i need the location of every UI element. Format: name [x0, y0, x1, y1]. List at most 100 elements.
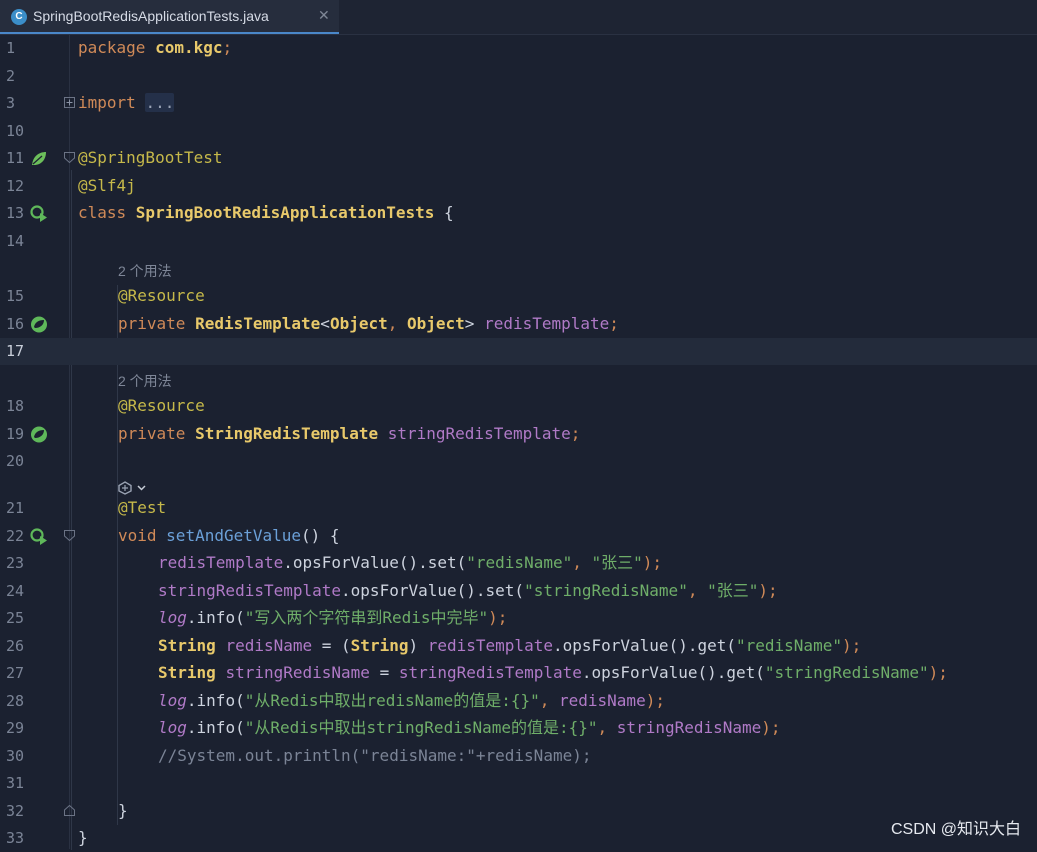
java-class-icon: C — [11, 9, 27, 25]
log-ref: log — [158, 691, 187, 710]
code-line: 10 — [0, 118, 1037, 145]
line-number: 19 — [6, 425, 26, 443]
punctuation: , — [540, 691, 559, 710]
string-literal: "stringRedisName" — [765, 663, 929, 682]
field-ref: redisTemplate — [158, 553, 283, 572]
line-number: 32 — [6, 802, 26, 820]
annotation: @Test — [118, 498, 166, 517]
tab-title: SpringBootRedisApplicationTests.java — [33, 8, 269, 24]
fold-collapse-icon[interactable] — [64, 530, 75, 541]
line-number: 14 — [6, 232, 26, 250]
type-name: StringRedisTemplate — [195, 424, 378, 443]
code-line: 23 redisTemplate.opsForValue().set("redi… — [0, 550, 1037, 577]
line-text: import ... — [78, 94, 174, 112]
string-literal: "张三" — [592, 553, 643, 572]
punctuation: ); — [929, 663, 948, 682]
code-line: 18 @Resource — [0, 393, 1037, 420]
keyword: package — [78, 38, 155, 57]
line-number: 33 — [6, 829, 26, 847]
code-line: 11 @SpringBootTest — [0, 145, 1037, 172]
annotation: @SpringBootTest — [78, 148, 223, 167]
usage-hint-row: 2 个用法 — [0, 366, 1037, 393]
ai-assistant-icon[interactable] — [118, 481, 148, 495]
method-call: .opsForValue().set( — [283, 553, 466, 572]
code-line: 16 private RedisTemplate<Object, Object>… — [0, 311, 1037, 338]
space — [216, 663, 226, 682]
punctuation: () { — [301, 526, 340, 545]
line-text: log.info("从Redis中取出stringRedisName的值是:{}… — [158, 719, 781, 737]
fold-end-icon[interactable] — [64, 805, 75, 816]
punctuation: ); — [646, 691, 665, 710]
fold-collapse-icon[interactable] — [64, 152, 75, 163]
class-name: SpringBootRedisApplicationTests — [136, 203, 435, 222]
code-line: 1 package com.kgc; — [0, 35, 1037, 62]
close-icon[interactable]: ✕ — [318, 7, 330, 24]
tab-spring-boot-redis-application-tests[interactable]: C SpringBootRedisApplicationTests.java ✕ — [0, 0, 339, 34]
semicolon: ; — [223, 38, 233, 57]
punctuation: ); — [643, 553, 662, 572]
line-number: 17 — [6, 342, 26, 360]
field-ref: stringRedisTemplate — [399, 663, 582, 682]
code-line: 20 — [0, 448, 1037, 475]
run-test-icon[interactable] — [30, 205, 48, 222]
method-name: setAndGetValue — [166, 526, 301, 545]
line-text: package com.kgc; — [78, 39, 232, 57]
local-var: redisName — [559, 691, 646, 710]
line-number: 29 — [6, 719, 26, 737]
line-text: } — [118, 802, 128, 820]
method-call: .info( — [187, 718, 245, 737]
line-text: log.info("写入两个字符串到Redis中完毕"); — [158, 609, 507, 627]
folded-imports[interactable]: ... — [145, 93, 174, 112]
string-literal: "从Redis中取出stringRedisName的值是:{}" — [245, 718, 598, 737]
usage-hint[interactable]: 2 个用法 — [118, 371, 172, 391]
punctuation: , — [388, 314, 407, 333]
keyword: import — [78, 93, 145, 112]
line-text: String stringRedisName = stringRedisTemp… — [158, 664, 948, 682]
code-line: 13 class SpringBootRedisApplicationTests… — [0, 200, 1037, 227]
line-text: @Resource — [118, 397, 205, 415]
method-call: .opsForValue().get( — [582, 663, 765, 682]
line-number: 20 — [6, 452, 26, 470]
punctuation: , — [688, 581, 707, 600]
code-line: 24 stringRedisTemplate.opsForValue().set… — [0, 578, 1037, 605]
string-literal: "张三" — [707, 581, 758, 600]
space — [216, 636, 226, 655]
keyword: void — [118, 526, 166, 545]
line-text: @Test — [118, 499, 166, 517]
line-number: 18 — [6, 397, 26, 415]
usage-hint[interactable]: 2 个用法 — [118, 261, 172, 281]
code-line: 28 log.info("从Redis中取出redisName的值是:{}", … — [0, 688, 1037, 715]
punctuation: > — [465, 314, 484, 333]
method-call: .info( — [187, 691, 245, 710]
line-text: private RedisTemplate<Object, Object> re… — [118, 315, 619, 333]
punctuation: ) — [408, 636, 427, 655]
type-arg: Object — [407, 314, 465, 333]
spring-leaf-icon[interactable] — [30, 150, 48, 167]
method-call: .opsForValue().set( — [341, 581, 524, 600]
type-arg: Object — [330, 314, 388, 333]
code-editor[interactable]: 1 package com.kgc; 2 3 import ... 10 11 … — [0, 35, 1037, 849]
line-number: 30 — [6, 747, 26, 765]
line-text: @Slf4j — [78, 177, 136, 195]
line-text: redisTemplate.opsForValue().set("redisNa… — [158, 554, 662, 572]
code-line: 3 import ... — [0, 90, 1037, 117]
string-literal: "redisName" — [736, 636, 842, 655]
line-number: 31 — [6, 774, 26, 792]
run-test-icon[interactable] — [30, 528, 48, 545]
annotation: @Slf4j — [78, 176, 136, 195]
type-name: String — [158, 636, 216, 655]
line-number: 15 — [6, 287, 26, 305]
line-text: @SpringBootTest — [78, 149, 223, 167]
code-line: 33 } — [0, 825, 1037, 852]
code-line: 2 — [0, 63, 1037, 90]
package-name: com.kgc — [155, 38, 222, 57]
code-line-current[interactable]: 17 — [0, 338, 1037, 365]
bean-navigate-icon[interactable] — [30, 316, 48, 333]
line-number: 27 — [6, 664, 26, 682]
fold-expand-icon[interactable] — [64, 97, 75, 108]
watermark: CSDN @知识大白 — [891, 815, 1021, 839]
line-text: void setAndGetValue() { — [118, 527, 340, 545]
field-ref: stringRedisTemplate — [158, 581, 341, 600]
code-line: 29 log.info("从Redis中取出stringRedisName的值是… — [0, 715, 1037, 742]
bean-navigate-icon[interactable] — [30, 426, 48, 443]
